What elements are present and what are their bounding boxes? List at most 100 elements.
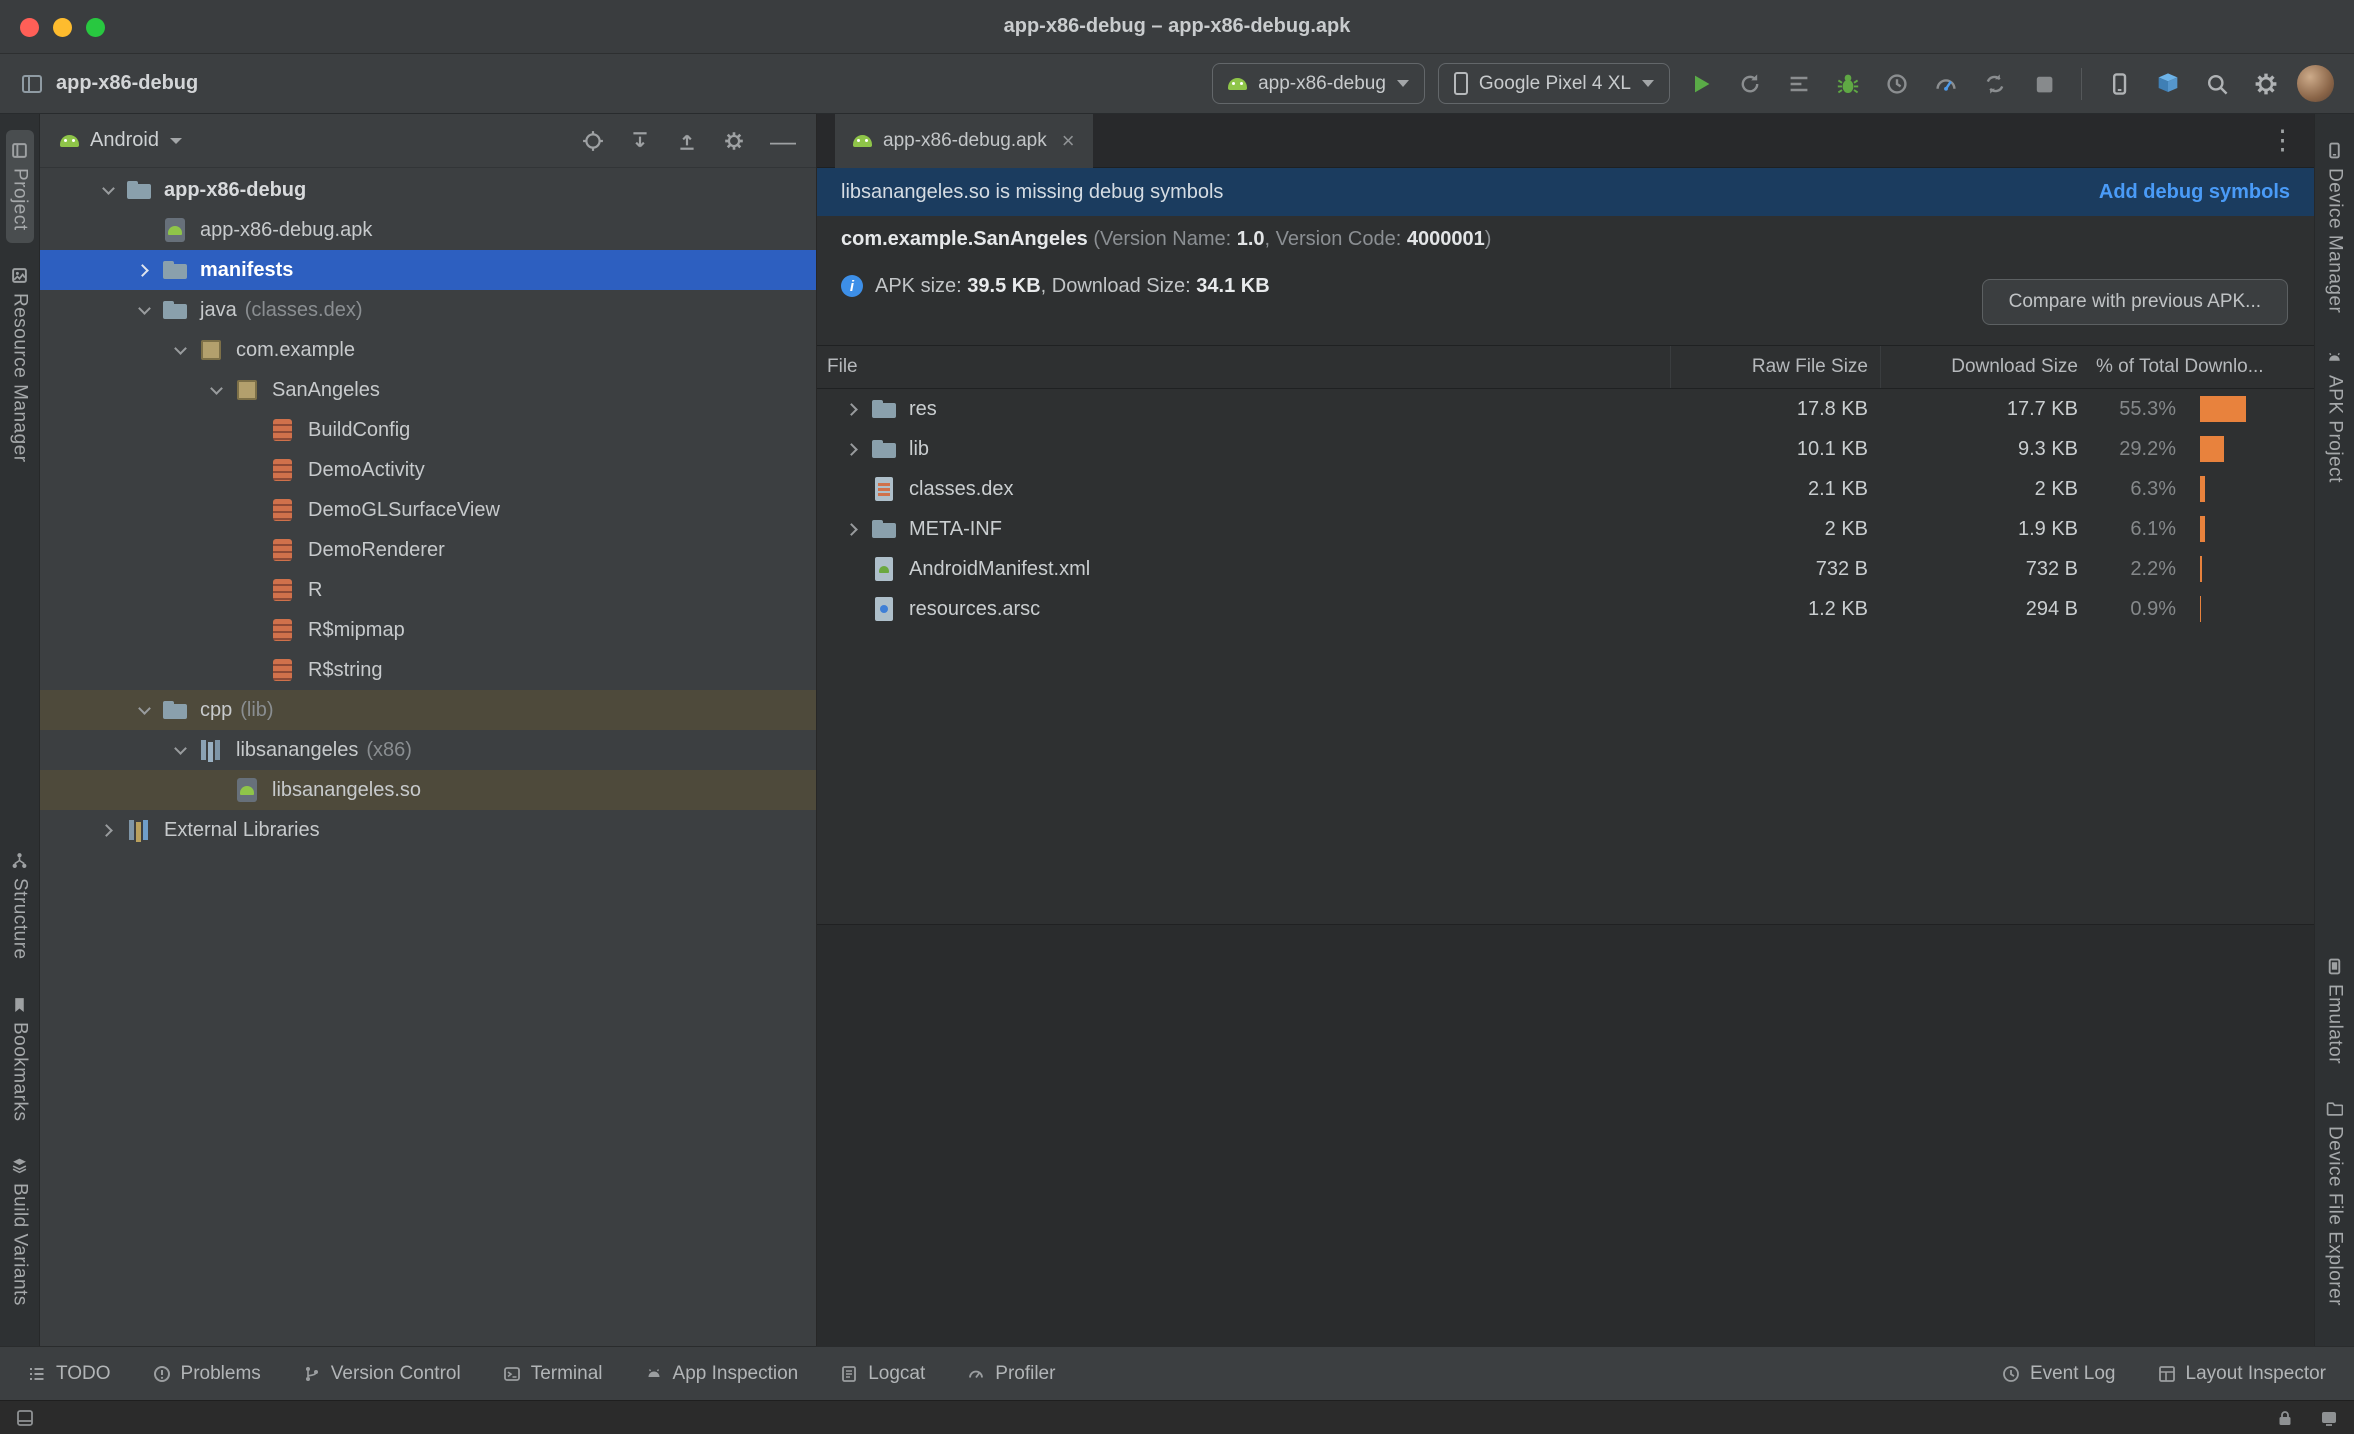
stop-button[interactable]: [2026, 66, 2062, 102]
tree-item-r[interactable]: R: [40, 570, 816, 610]
chevron-down-icon[interactable]: [126, 701, 162, 715]
locate-file-button[interactable]: [582, 130, 604, 152]
hide-panel-button[interactable]: —: [770, 128, 796, 154]
device-manager-button[interactable]: [2101, 66, 2137, 102]
minimize-window-button[interactable]: [53, 17, 72, 37]
table-row-res[interactable]: res 17.8 KB 17.7 KB 55.3%: [817, 389, 2314, 429]
table-row-classes-dex[interactable]: classes.dex 2.1 KB 2 KB 6.3%: [817, 469, 2314, 509]
add-debug-symbols-link[interactable]: Add debug symbols: [2099, 181, 2290, 204]
column-header-raw-size[interactable]: Raw File Size: [1670, 346, 1880, 388]
chevron-right-icon[interactable]: [90, 823, 126, 837]
settings-button[interactable]: [2248, 66, 2284, 102]
close-window-button[interactable]: [20, 17, 39, 37]
dex-file-icon: [871, 476, 897, 502]
statusbar-item-logcat[interactable]: Logcat: [840, 1363, 925, 1385]
statusbar-item-event-log[interactable]: Event Log: [2002, 1363, 2116, 1385]
tree-item-buildconfig[interactable]: BuildConfig: [40, 410, 816, 450]
tree-item-apk-file[interactable]: app-x86-debug.apk: [40, 210, 816, 250]
chevron-right-icon[interactable]: [835, 522, 871, 536]
statusbar-item-version-control[interactable]: Version Control: [303, 1363, 461, 1385]
column-header-percent[interactable]: % of Total Downlo...: [2090, 356, 2314, 378]
debug-button[interactable]: [1830, 66, 1866, 102]
panel-settings-button[interactable]: [723, 130, 745, 152]
tree-item-java[interactable]: java (classes.dex): [40, 290, 816, 330]
app-inspection-icon: [648, 1368, 660, 1377]
resource-manager-button[interactable]: [2150, 66, 2186, 102]
sidebar-item-build-variants[interactable]: Build Variants: [6, 1145, 34, 1318]
chevron-down-icon[interactable]: [90, 181, 126, 195]
run-configuration-selector[interactable]: app-x86-debug: [1212, 63, 1425, 104]
sidebar-item-project[interactable]: Project: [5, 130, 34, 243]
tree-item-r-string[interactable]: R$string: [40, 650, 816, 690]
statusbar-item-layout-inspector[interactable]: Layout Inspector: [2158, 1363, 2326, 1385]
zoom-window-button[interactable]: [86, 17, 105, 37]
tree-item-demorenderer[interactable]: DemoRenderer: [40, 530, 816, 570]
sidebar-item-resource-manager[interactable]: Resource Manager: [6, 255, 34, 475]
statusbar-item-app-inspection[interactable]: App Inspection: [645, 1363, 798, 1385]
sync-project-button[interactable]: [1977, 66, 2013, 102]
tree-item-cpp[interactable]: cpp (lib): [40, 690, 816, 730]
project-widget[interactable]: app-x86-debug: [20, 72, 198, 96]
tab-options-menu[interactable]: ⋮: [2269, 125, 2314, 156]
sidebar-item-device-file-explorer[interactable]: Device File Explorer: [2321, 1088, 2349, 1318]
sidebar-item-emulator[interactable]: Emulator: [2321, 946, 2349, 1076]
tab-apk-analyzer[interactable]: app-x86-debug.apk ×: [835, 113, 1093, 168]
sidebar-item-apk-project[interactable]: APK Project: [2321, 337, 2349, 495]
apply-code-changes-button[interactable]: [1781, 66, 1817, 102]
tree-item-manifests[interactable]: manifests: [40, 250, 816, 290]
android-icon: [2329, 353, 2340, 362]
table-row-resources-arsc[interactable]: resources.arsc 1.2 KB 294 B 0.9%: [817, 589, 2314, 629]
download-size: 1.9 KB: [2017, 517, 2078, 540]
tree-item-libsanangeles-so[interactable]: libsanangeles.so: [40, 770, 816, 810]
chevron-down-icon[interactable]: [162, 341, 198, 355]
layout-inspector-icon: [2158, 1365, 2175, 1382]
tree-item-demoactivity[interactable]: DemoActivity: [40, 450, 816, 490]
compare-apk-button[interactable]: Compare with previous APK...: [1981, 279, 2288, 325]
tree-item-external-libraries[interactable]: External Libraries: [40, 810, 816, 850]
chevron-right-icon[interactable]: [835, 442, 871, 456]
statusbar-item-profiler[interactable]: Profiler: [967, 1363, 1055, 1385]
project-view-selector[interactable]: Android: [60, 129, 182, 152]
tree-item-sanangeles[interactable]: SanAngeles: [40, 370, 816, 410]
sidebar-item-bookmarks[interactable]: Bookmarks: [6, 984, 34, 1134]
chevron-right-icon[interactable]: [126, 263, 162, 277]
download-size: 2 KB: [2034, 477, 2078, 500]
chevron-down-icon[interactable]: [126, 301, 162, 315]
toolwindow-toggle-icon[interactable]: [16, 1409, 34, 1427]
retry-instrumented-button[interactable]: [1879, 66, 1915, 102]
table-row-meta-inf[interactable]: META-INF 2 KB 1.9 KB 6.1%: [817, 509, 2314, 549]
user-avatar[interactable]: [2297, 65, 2334, 102]
chevron-right-icon[interactable]: [835, 402, 871, 416]
percent-value: 0.9%: [2130, 597, 2176, 620]
debug-symbols-banner: libsanangeles.so is missing debug symbol…: [817, 168, 2314, 216]
chevron-down-icon[interactable]: [198, 381, 234, 395]
tree-item-demoglsurfaceview[interactable]: DemoGLSurfaceView: [40, 490, 816, 530]
tree-item-libsanangeles[interactable]: libsanangeles (x86): [40, 730, 816, 770]
collapse-all-button[interactable]: [676, 130, 698, 152]
chevron-down-icon[interactable]: [162, 741, 198, 755]
table-row-androidmanifest[interactable]: AndroidManifest.xml 732 B 732 B 2.2%: [817, 549, 2314, 589]
run-button[interactable]: [1683, 66, 1719, 102]
sidebar-item-structure[interactable]: Structure: [6, 840, 34, 972]
sidebar-item-device-manager[interactable]: Device Manager: [2321, 130, 2349, 325]
notifications-icon[interactable]: [2320, 1409, 2338, 1427]
search-everywhere-button[interactable]: [2199, 66, 2235, 102]
phone-icon: [1453, 72, 1468, 95]
statusbar-item-terminal[interactable]: Terminal: [503, 1363, 603, 1385]
close-icon[interactable]: ×: [1062, 129, 1075, 152]
column-header-file[interactable]: File: [817, 356, 1670, 378]
tree-item-com-example[interactable]: com.example: [40, 330, 816, 370]
lock-icon[interactable]: [2276, 1409, 2294, 1427]
device-selector[interactable]: Google Pixel 4 XL: [1437, 63, 1670, 104]
column-header-download-size[interactable]: Download Size: [1880, 346, 2090, 388]
tree-item-label: BuildConfig: [308, 418, 411, 441]
profile-button[interactable]: [1928, 66, 1964, 102]
sidebar-item-label: Structure: [9, 878, 31, 960]
tree-item-r-mipmap[interactable]: R$mipmap: [40, 610, 816, 650]
statusbar-item-todo[interactable]: TODO: [28, 1363, 111, 1385]
table-row-lib[interactable]: lib 10.1 KB 9.3 KB 29.2%: [817, 429, 2314, 469]
expand-all-button[interactable]: [629, 130, 651, 152]
apply-changes-button[interactable]: [1732, 66, 1768, 102]
statusbar-item-problems[interactable]: Problems: [153, 1363, 261, 1385]
tree-item-app-x86-debug[interactable]: app-x86-debug: [40, 170, 816, 210]
